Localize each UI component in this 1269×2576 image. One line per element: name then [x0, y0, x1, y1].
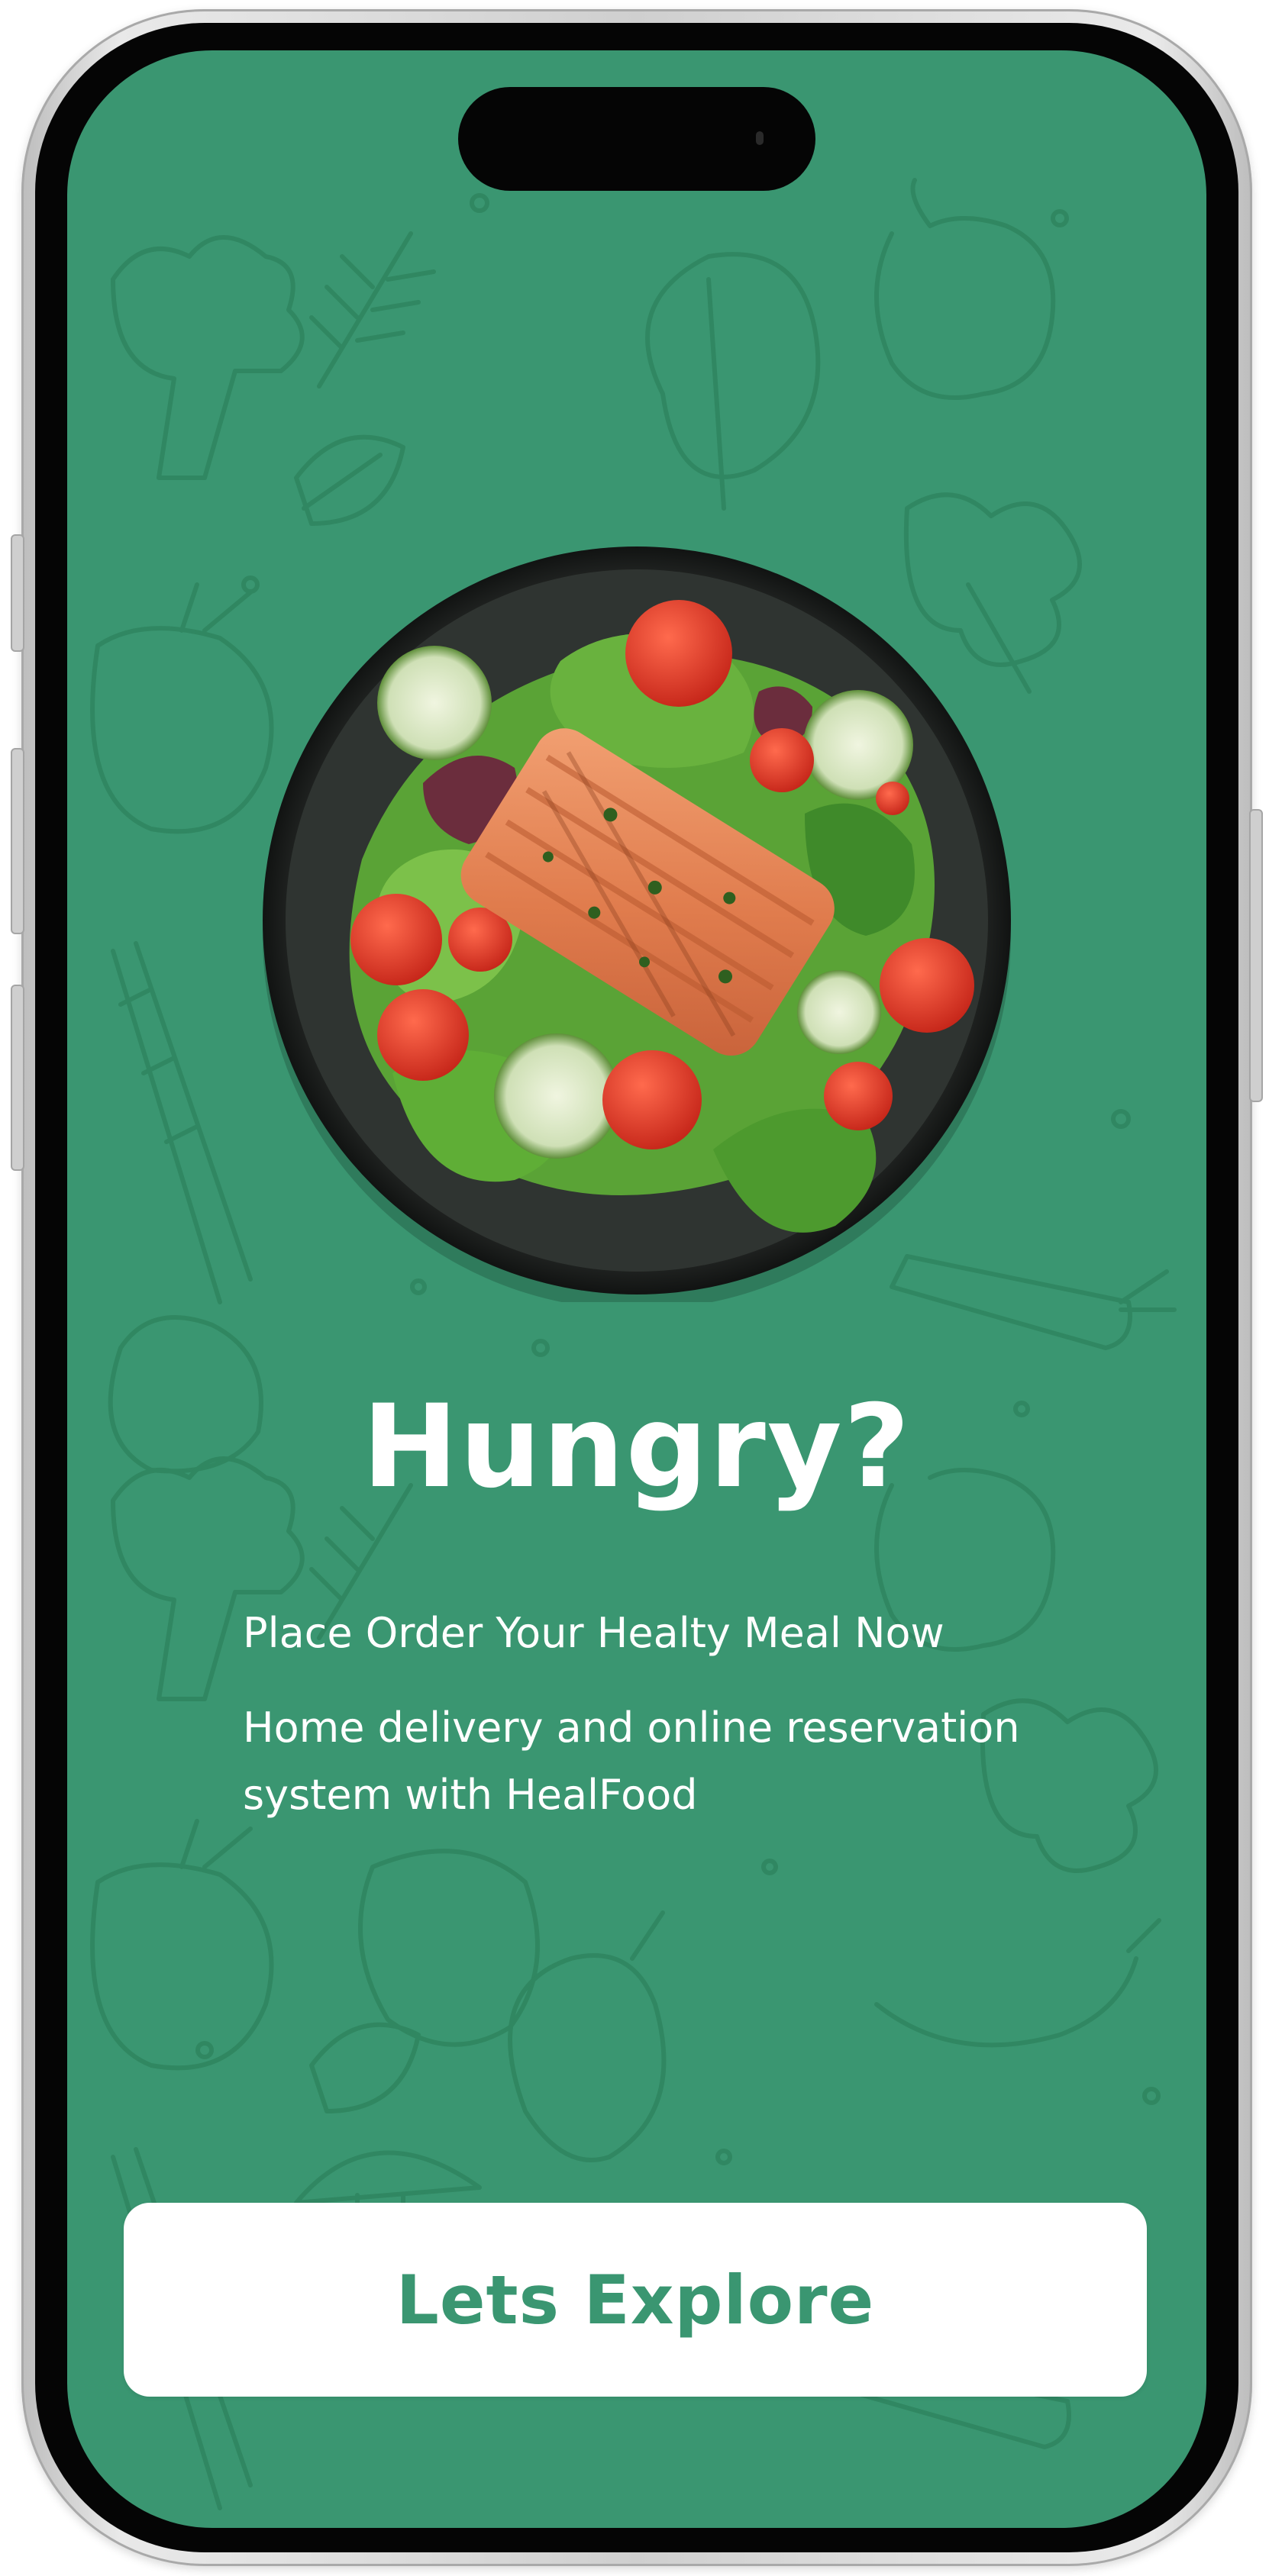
salmon-salad-bowl-image: [263, 546, 1011, 1302]
action-button: [11, 534, 24, 652]
subtitle-text: Place Order Your Healty Meal Now: [243, 1609, 944, 1657]
lets-explore-button[interactable]: Lets Explore: [124, 2203, 1147, 2397]
hero-title: Hungry?: [362, 1381, 912, 1514]
camera-dot: [756, 131, 764, 145]
description-text: Home delivery and online reservation sys…: [243, 1704, 1020, 1819]
dynamic-island: [458, 87, 815, 191]
volume-down-button: [11, 985, 24, 1171]
app-screen: Hungry? Place Order Your Healty Meal Now…: [67, 50, 1206, 2528]
lets-explore-label: Lets Explore: [396, 2260, 875, 2339]
volume-up-button: [11, 748, 24, 934]
power-button: [1249, 809, 1263, 1102]
